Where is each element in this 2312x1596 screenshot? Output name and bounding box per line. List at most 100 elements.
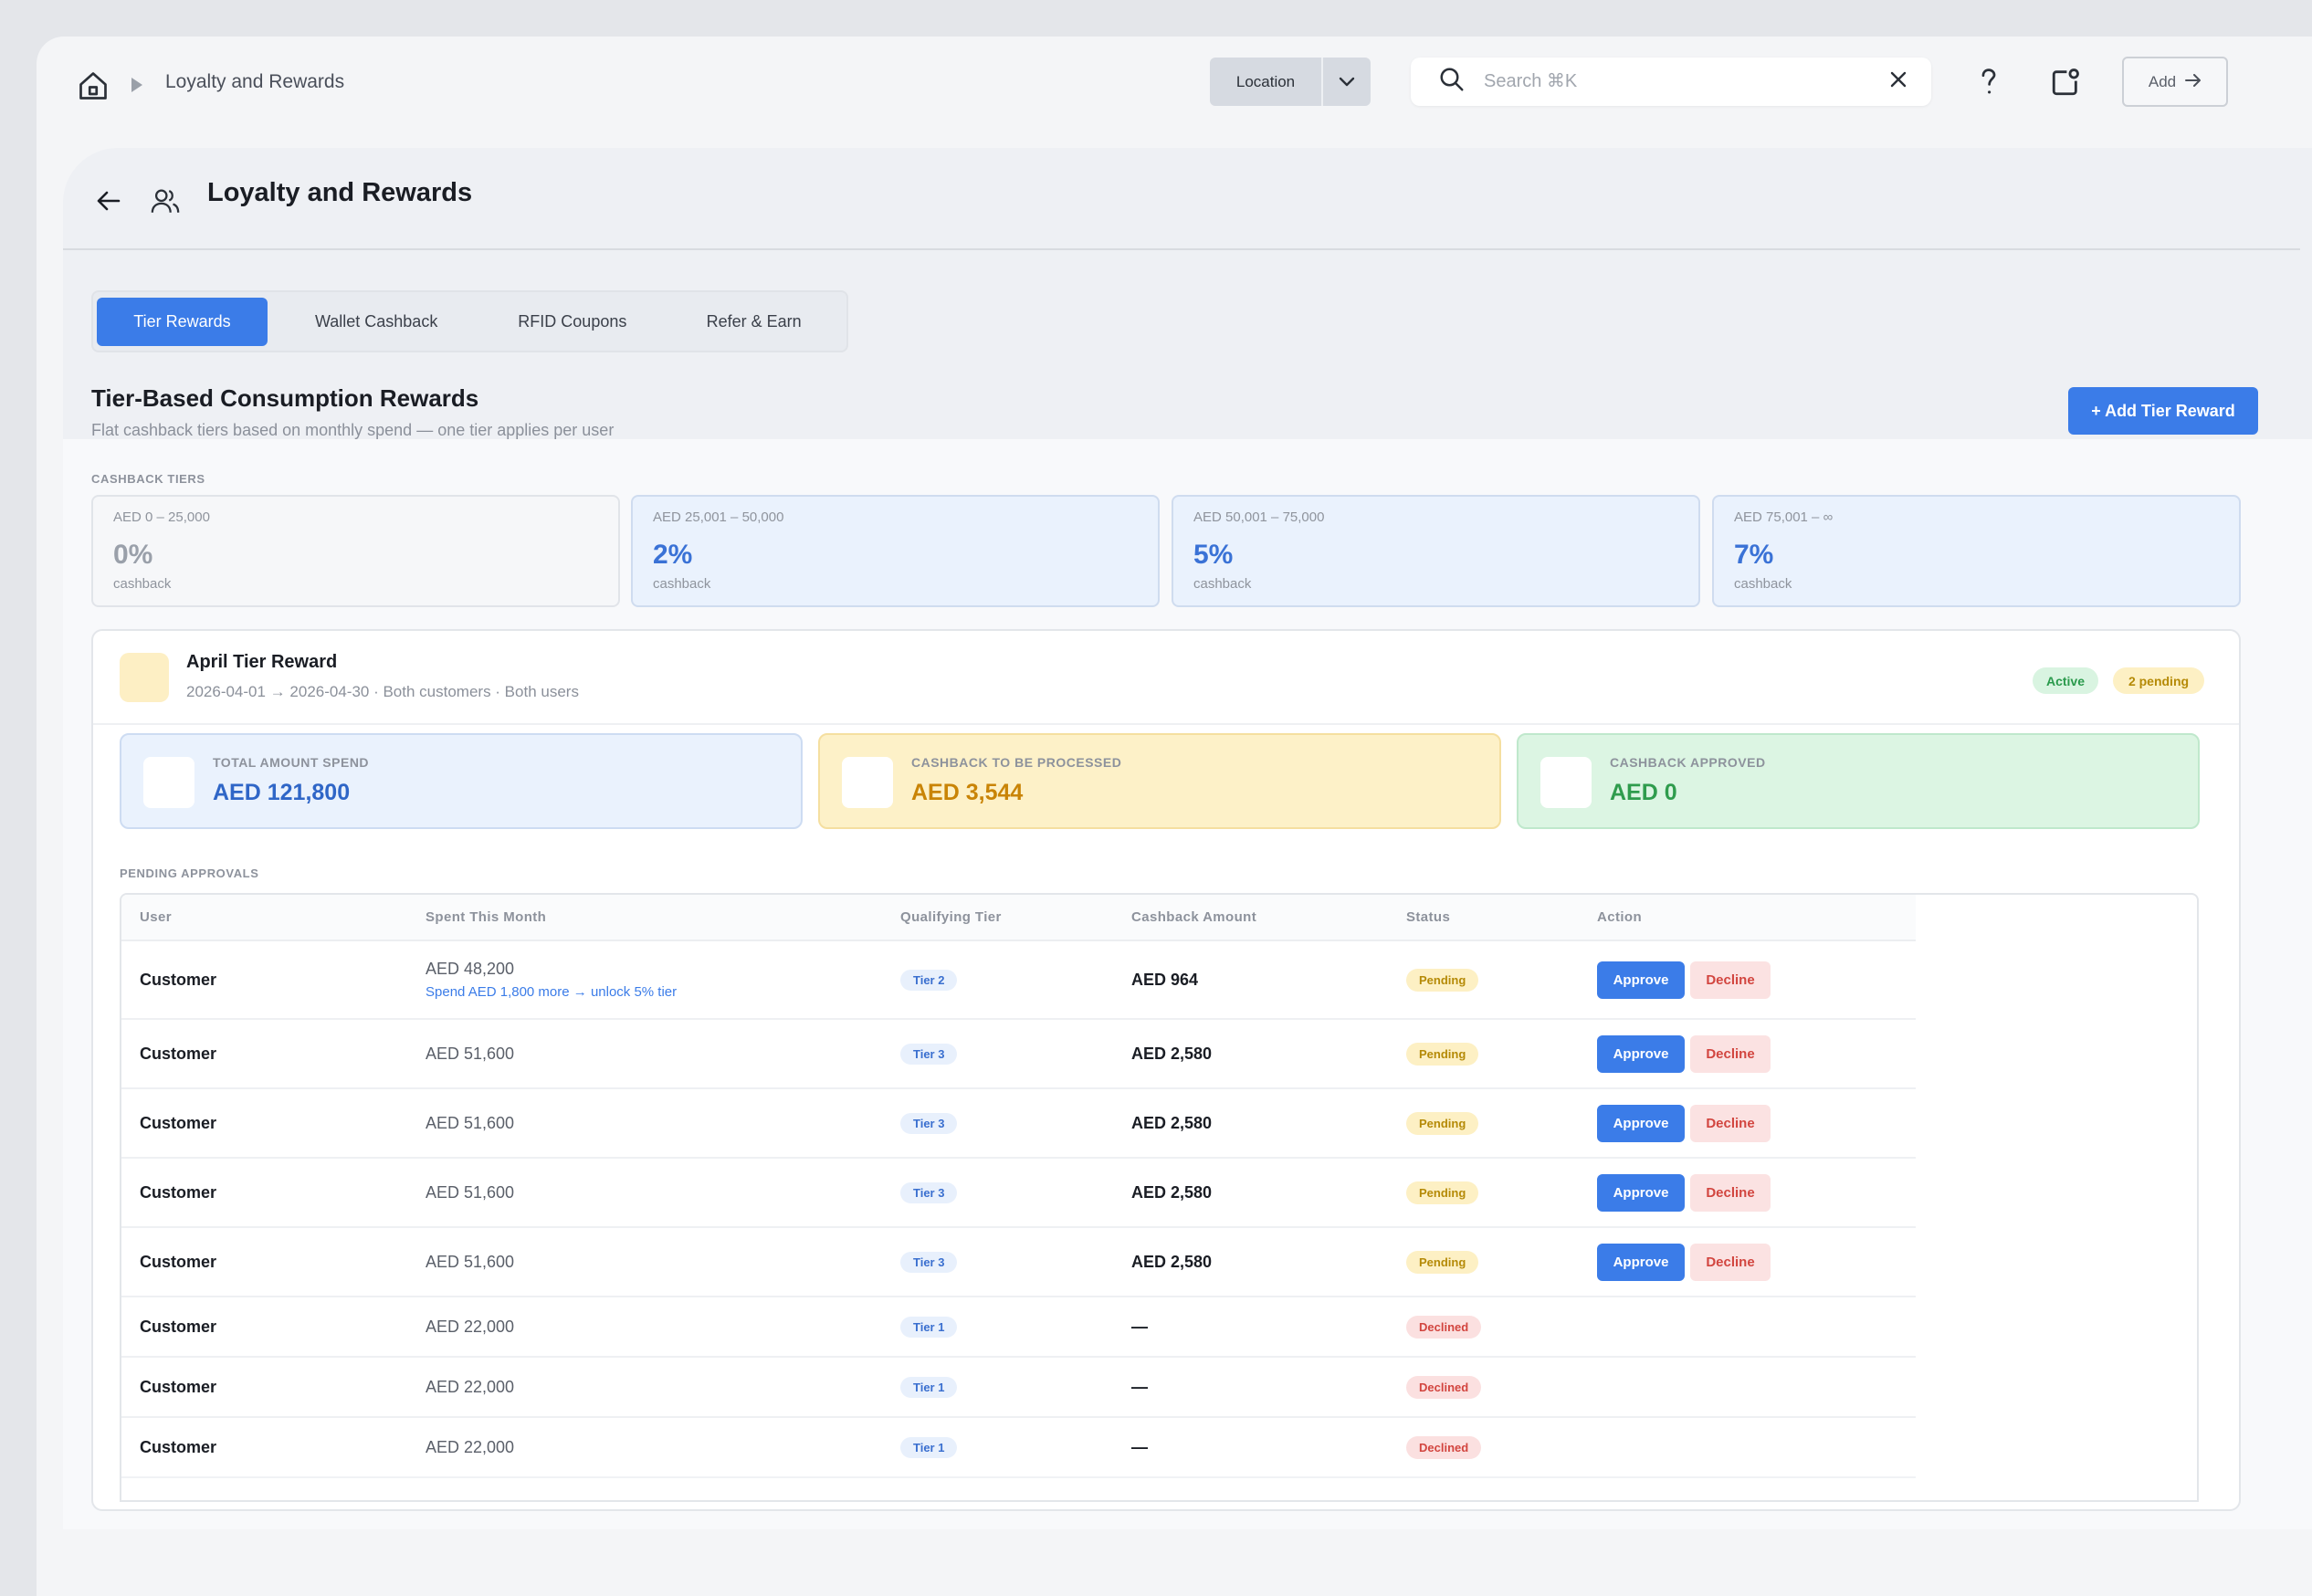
search-input[interactable]: [1484, 71, 1889, 92]
decline-button[interactable]: Decline: [1690, 961, 1771, 999]
tier-badge: Tier 3: [900, 1112, 958, 1134]
reward-header[interactable]: April Tier Reward 2026-04-01 → 2026-04-3…: [93, 631, 2239, 725]
column-header[interactable]: Spent This Month: [407, 895, 882, 941]
cell-action: Approve Decline: [1579, 1019, 1916, 1089]
approvals-table: User Spent This Month Qualifying Tier Ca…: [120, 893, 2199, 1502]
column-header[interactable]: User: [121, 895, 407, 941]
tier-badge: Tier 2: [900, 969, 958, 991]
cell-action: Approve Decline: [1579, 1158, 1916, 1228]
cell-spent: AED 22,000: [407, 1417, 882, 1478]
cell-user: Customer: [121, 1019, 407, 1089]
approve-button[interactable]: Approve: [1597, 1173, 1685, 1212]
tier-card[interactable]: AED 25,001 – 50,000 2% cashback: [631, 495, 1160, 607]
cell-tier: Tier 3: [882, 1019, 1113, 1089]
approve-button[interactable]: Approve: [1597, 1034, 1685, 1073]
close-icon[interactable]: [1889, 70, 1907, 93]
cell-status: Pending: [1388, 1227, 1579, 1297]
users-icon: [147, 183, 184, 219]
app-frame: Loyalty and Rewards Location Add: [37, 37, 2312, 1596]
notification-icon[interactable]: [2045, 62, 2086, 102]
cell-spent: AED 51,600: [407, 1158, 882, 1228]
spent-value: AED 51,600: [426, 1044, 515, 1063]
cell-spent: AED 22,000: [407, 1357, 882, 1418]
stat-value: AED 121,800: [213, 780, 351, 805]
stat-label: CASHBACK APPROVED: [1610, 755, 1766, 770]
table-row[interactable]: Customer AED 48,200 Spend AED 1,800 more →…: [121, 940, 1916, 1020]
location-select[interactable]: Location: [1210, 58, 1371, 106]
cell-tier: Tier 1: [882, 1417, 1113, 1478]
tier-upgrade-hint: Spend AED 1,800 more → unlock 5% tier: [426, 984, 678, 1000]
arrow-right-icon: [2185, 73, 2202, 91]
column-header[interactable]: Qualifying Tier: [882, 895, 1113, 941]
table-row[interactable]: Customer AED 51,600 Tier 3 AED 2,580 Pending…: [121, 1088, 1916, 1159]
cell-tier: Tier 3: [882, 1158, 1113, 1228]
cell-amount: AED 2,580: [1113, 1227, 1388, 1297]
help-icon[interactable]: [1969, 62, 2009, 102]
status-badge: Pending: [1406, 968, 1479, 992]
search-bar: [1411, 58, 1931, 106]
approve-button[interactable]: Approve: [1597, 961, 1685, 999]
reward-name: April Tier Reward: [186, 652, 338, 672]
decline-button[interactable]: Decline: [1690, 1104, 1771, 1142]
tier-card[interactable]: AED 75,001 – ∞ 7% cashback: [1712, 495, 2241, 607]
cell-spent: AED 51,600: [407, 1088, 882, 1159]
tab-wallet-cashback[interactable]: Wallet Cashback: [269, 298, 484, 346]
cell-amount: AED 2,580: [1113, 1158, 1388, 1228]
spent-value: AED 22,000: [426, 1437, 515, 1456]
cell-action: [1579, 1297, 1916, 1358]
table-row[interactable]: Customer AED 22,000 Tier 1 — Declined: [121, 1357, 1916, 1418]
column-header[interactable]: Status: [1388, 895, 1579, 941]
cell-amount: —: [1113, 1417, 1388, 1478]
cell-amount: AED 2,580: [1113, 1019, 1388, 1089]
section-subtitle: Flat cashback tiers based on monthly spe…: [91, 421, 615, 439]
cell-status: Pending: [1388, 940, 1579, 1020]
tab-tier-rewards[interactable]: Tier Rewards: [97, 297, 268, 346]
table-row[interactable]: Customer AED 51,600 Tier 3 AED 2,580 Pending…: [121, 1158, 1916, 1228]
cell-spent: AED 48,200 Spend AED 1,800 more → unlock …: [407, 940, 882, 1020]
stat-value: AED 3,544: [911, 780, 1024, 805]
table-row[interactable]: Customer AED 51,600 Tier 3 AED 2,580 Pending…: [121, 1227, 1916, 1297]
chevron-down-icon[interactable]: [1323, 58, 1371, 106]
add-button[interactable]: Add: [2122, 57, 2228, 107]
section-title: Tier-Based Consumption Rewards: [91, 384, 479, 412]
decline-button[interactable]: Decline: [1690, 1034, 1771, 1073]
tier-badge: Tier 1: [900, 1376, 958, 1398]
spent-value: AED 22,000: [426, 1377, 515, 1396]
stat-cashback-approved: CASHBACK APPROVED AED 0: [1517, 733, 2200, 829]
tab-rfid-coupons[interactable]: RFID Coupons: [485, 298, 659, 346]
approve-button[interactable]: Approve: [1597, 1104, 1685, 1142]
tier-range: AED 25,001 – 50,000: [653, 509, 784, 525]
tier-card[interactable]: AED 0 – 25,000 0% cashback: [91, 495, 620, 607]
reward-meta: 2026-04-01 → 2026-04-30 · Both customers…: [186, 683, 579, 700]
spent-value: AED 51,600: [426, 1252, 515, 1271]
decline-button[interactable]: Decline: [1690, 1243, 1771, 1281]
cell-spent: AED 51,600: [407, 1019, 882, 1089]
cell-tier: Tier 3: [882, 1088, 1113, 1159]
cell-tier: Tier 1: [882, 1357, 1113, 1418]
column-header[interactable]: Cashback Amount: [1113, 895, 1388, 941]
spent-value: AED 51,600: [426, 1182, 515, 1202]
table-row[interactable]: Customer AED 22,000 Tier 1 — Declined: [121, 1417, 1916, 1478]
home-icon[interactable]: [73, 66, 113, 106]
stat-icon-box: [1540, 757, 1592, 808]
back-arrow-icon[interactable]: [92, 184, 125, 217]
scroll-fade: [121, 1473, 2197, 1500]
table-row[interactable]: Customer AED 51,600 Tier 3 AED 2,580 Pending…: [121, 1019, 1916, 1089]
tab-bar: Tier Rewards Wallet Cashback RFID Coupon…: [91, 290, 848, 352]
approve-button[interactable]: Approve: [1597, 1243, 1685, 1281]
stat-value: AED 0: [1610, 780, 1677, 805]
pending-count-badge: 2 pending: [2113, 667, 2204, 694]
tier-card[interactable]: AED 50,001 – 75,000 5% cashback: [1172, 495, 1700, 607]
tier-range: AED 50,001 – 75,000: [1193, 509, 1325, 525]
column-header: Action: [1579, 895, 1916, 941]
cell-user: Customer: [121, 1158, 407, 1228]
status-badge: Declined: [1406, 1315, 1482, 1339]
status-badge-active: Active: [2033, 667, 2098, 694]
decline-button[interactable]: Decline: [1690, 1173, 1771, 1212]
cell-tier: Tier 2: [882, 940, 1113, 1020]
add-tier-reward-button[interactable]: + Add Tier Reward: [2068, 387, 2258, 435]
tab-refer-earn[interactable]: Refer & Earn: [661, 298, 846, 346]
add-button-label: Add: [2148, 72, 2177, 90]
breadcrumb[interactable]: Loyalty and Rewards: [165, 71, 344, 93]
table-row[interactable]: Customer AED 22,000 Tier 1 — Declined: [121, 1297, 1916, 1358]
